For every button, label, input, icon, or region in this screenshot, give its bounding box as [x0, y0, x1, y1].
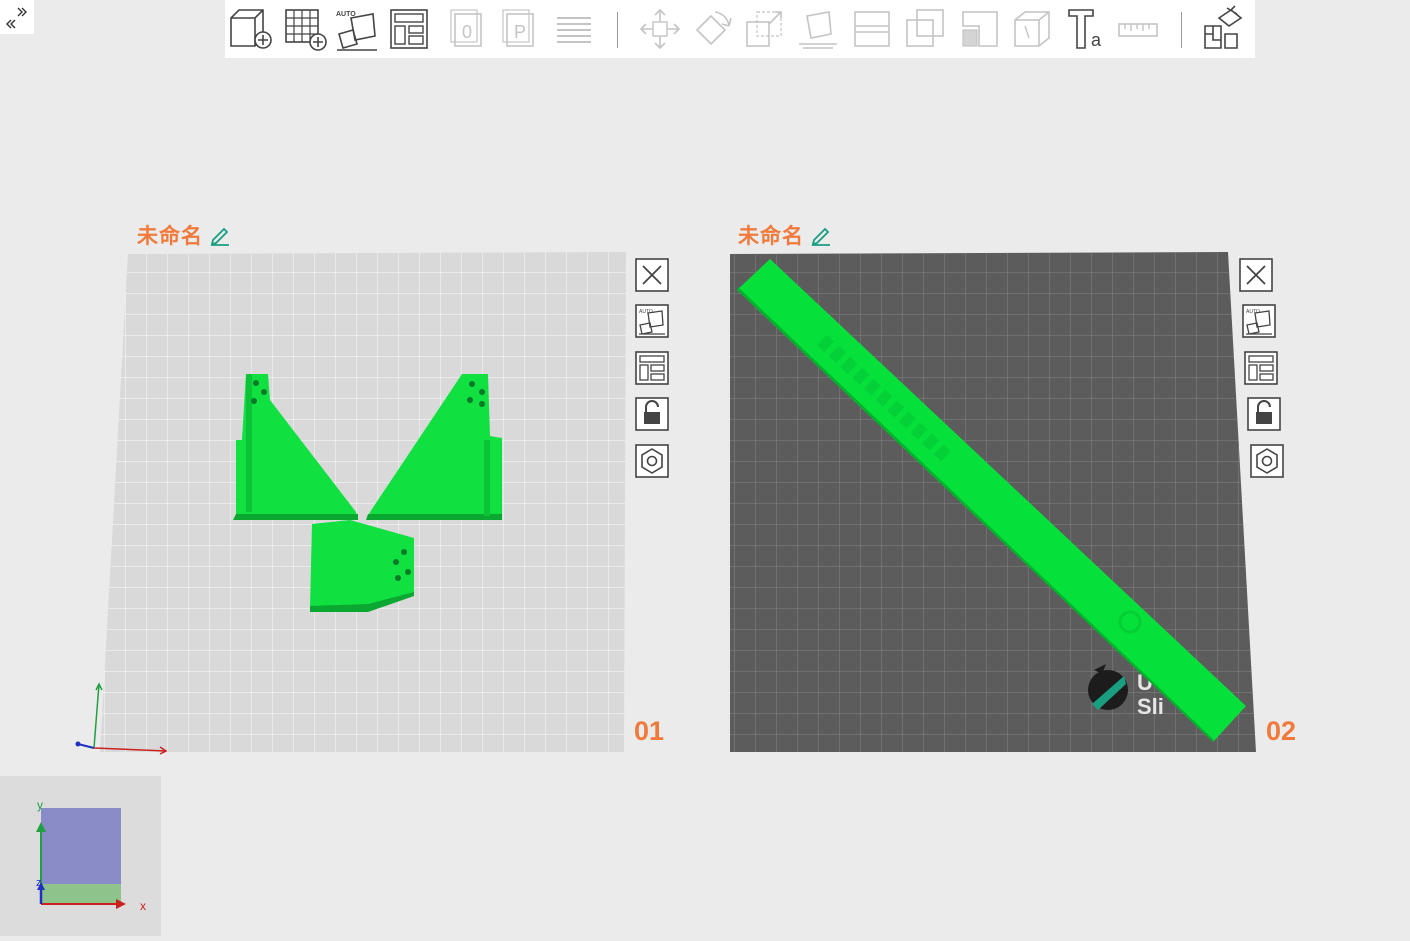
plate-2-close-button[interactable] — [1238, 257, 1274, 293]
settings-icon — [1250, 444, 1284, 478]
plate-2-lock-button[interactable] — [1246, 396, 1282, 432]
auto-orient-icon: AUTO — [1242, 304, 1276, 338]
view-cube-front-face[interactable] — [41, 884, 121, 904]
plate-1-settings-button[interactable] — [634, 443, 670, 479]
y-axis-label: y — [37, 798, 43, 812]
lock-icon — [635, 397, 669, 431]
x-axis-label: x — [140, 899, 146, 913]
plate-2-arrange-button[interactable] — [1243, 350, 1279, 386]
plate-2-settings-button[interactable] — [1249, 443, 1285, 479]
close-icon — [1239, 258, 1273, 292]
model-bottom-plate[interactable] — [310, 520, 414, 612]
auto-orient-icon: AUTO — [635, 304, 669, 338]
lock-icon — [1247, 397, 1281, 431]
plate-1-lock-button[interactable] — [634, 396, 670, 432]
plate-2-watermark-text: Sli — [1137, 694, 1164, 719]
plate-2-auto-orient-button[interactable]: AUTO — [1241, 303, 1277, 339]
z-axis-label: z — [36, 877, 42, 889]
plate-1-number: 01 — [634, 716, 665, 746]
settings-icon — [635, 444, 669, 478]
view-cube-top-face[interactable] — [41, 808, 121, 886]
plate-1-close-button[interactable] — [634, 257, 670, 293]
plate-1-bed[interactable] — [100, 252, 626, 752]
arrange-icon — [635, 351, 669, 385]
arrange-icon — [1244, 351, 1278, 385]
plate-1-arrange-button[interactable] — [634, 350, 670, 386]
plate-2-number: 02 — [1266, 716, 1297, 746]
close-icon — [635, 258, 669, 292]
plate-1-auto-orient-button[interactable]: AUTO — [634, 303, 670, 339]
plates-viewport: Sli U — [75, 252, 1256, 755]
view-orientation-widget[interactable]: x y z — [0, 776, 161, 936]
axis-gizmo: x y z — [36, 798, 146, 913]
